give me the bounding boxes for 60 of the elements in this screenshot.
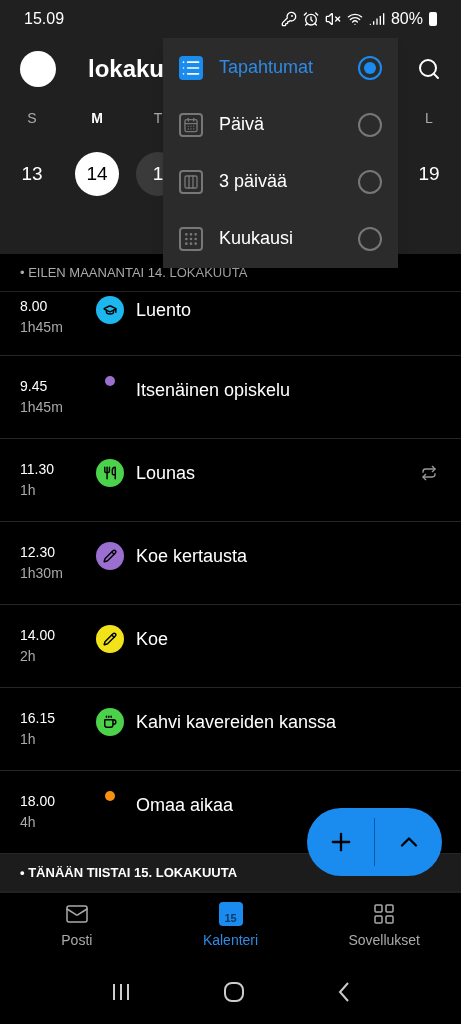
apps-grid-icon: [372, 902, 397, 926]
calendar-icon: 15: [218, 902, 243, 926]
alarm-icon: [302, 11, 319, 27]
radio-button[interactable]: [358, 112, 382, 137]
nav-tab[interactable]: 15 Kalenteri: [153, 893, 308, 960]
weekday-label: L: [425, 109, 433, 128]
status-time: 15.09: [24, 9, 65, 29]
nav-tab[interactable]: Posti: [0, 893, 154, 960]
weekday-label: M: [91, 109, 103, 128]
event-duration: 1h: [20, 730, 37, 749]
battery-icon: [429, 12, 437, 26]
nav-tab[interactable]: Sovellukset: [307, 893, 461, 960]
mute-icon: [324, 11, 341, 27]
event-duration: 1h45m: [20, 318, 64, 337]
back-icon[interactable]: [338, 982, 351, 1002]
event-time: 16.15: [20, 709, 57, 728]
event-title[interactable]: Omaa aikaa: [136, 791, 234, 819]
event-title[interactable]: Luento: [136, 296, 192, 324]
search-icon[interactable]: [417, 57, 441, 81]
event-duration: 1h45m: [20, 398, 64, 417]
section-header: • TÄNÄÄN TIISTAI 15. LOKAKUUTA: [20, 863, 238, 882]
date-cell[interactable]: 14: [75, 152, 119, 196]
event-time: 18.00: [20, 792, 57, 811]
list-icon: [179, 55, 203, 80]
event-title[interactable]: Koe: [136, 625, 169, 653]
day-view-icon: [179, 112, 203, 137]
view-option[interactable]: Päivä: [163, 96, 398, 153]
event-title[interactable]: Itsenäinen opiskelu: [136, 376, 291, 404]
event-duration: 1h: [20, 481, 37, 500]
view-option[interactable]: Tapahtumat: [163, 39, 398, 96]
date-cell[interactable]: 19: [407, 152, 451, 196]
avatar[interactable]: [20, 51, 56, 87]
event-time: 11.30: [20, 460, 55, 479]
event-title[interactable]: Koe kertausta: [136, 542, 248, 570]
columns-icon: [179, 169, 203, 194]
wifi-icon: [346, 11, 363, 27]
event-time: 8.00: [20, 297, 49, 316]
event-duration: 2h: [20, 647, 37, 666]
event-duration: 4h: [20, 813, 37, 832]
event-time: 9.45: [20, 377, 49, 396]
weekday-label: S: [27, 109, 37, 128]
month-title[interactable]: lokaku: [88, 51, 165, 87]
home-icon[interactable]: [224, 982, 245, 1002]
repeat-icon: [421, 465, 437, 481]
radio-button[interactable]: [358, 226, 382, 251]
date-cell[interactable]: 13: [10, 152, 54, 196]
event-duration: 1h30m: [20, 564, 64, 583]
radio-button[interactable]: [358, 169, 382, 194]
key-icon: [280, 11, 297, 27]
weekday-label: T: [153, 109, 163, 128]
radio-button[interactable]: [358, 55, 382, 80]
event-time: 14.00: [20, 626, 57, 645]
event-time: 12.30: [20, 543, 57, 562]
envelope-icon: [64, 902, 89, 926]
battery-level: 80%: [390, 9, 423, 29]
event-title[interactable]: Lounas: [136, 459, 196, 487]
recent-apps-icon[interactable]: [110, 983, 131, 1001]
grid-dots-icon: [179, 226, 203, 251]
event-title[interactable]: Kahvi kavereiden kanssa: [136, 708, 337, 736]
signal-icon: [368, 11, 385, 27]
